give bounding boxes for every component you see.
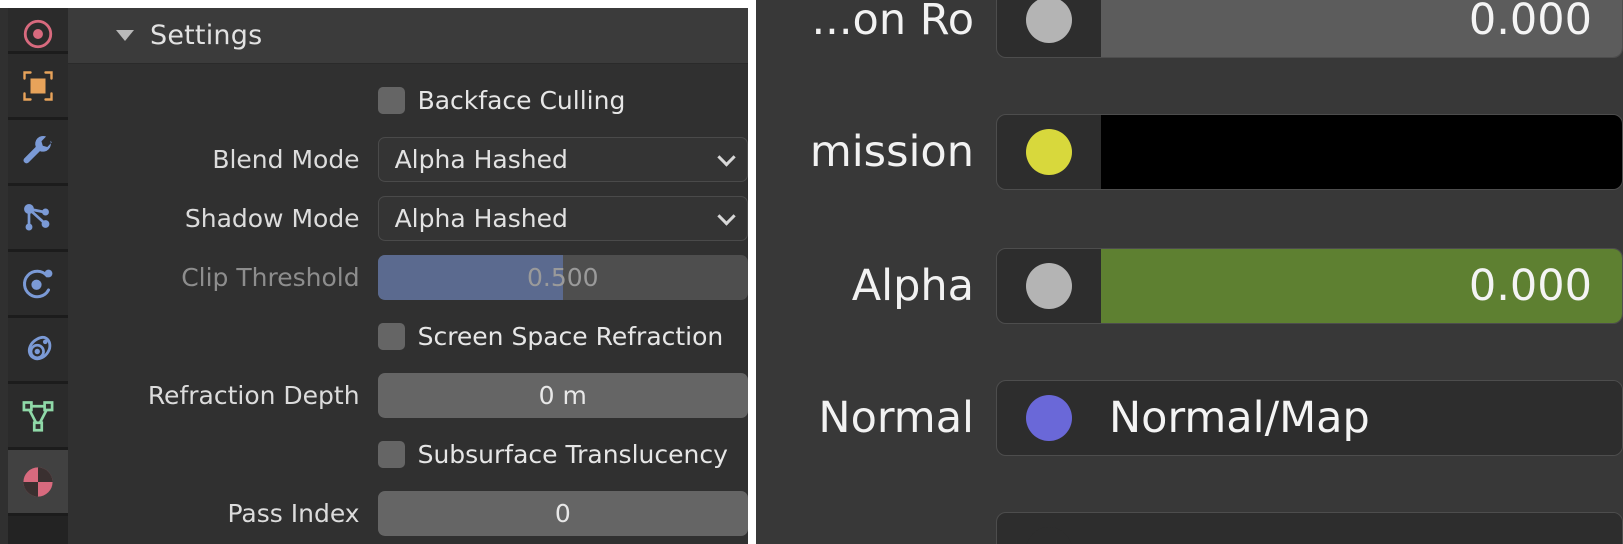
transmission-roughness-field[interactable]: 0.000 [1101,0,1622,57]
normal-widget[interactable]: Normal/Map [996,380,1623,456]
socket-container [997,115,1101,189]
shadow-mode-label: Shadow Mode [184,204,360,233]
shader-node-inputs: on Ro... 0.000 mission Alpha 0.000 Norma… [756,0,1623,544]
properties-panel-body: Settings Backface Culling Blend Mode Alp… [68,8,748,544]
next-widget[interactable] [996,512,1623,544]
row-shadow-mode: Shadow Mode Alpha Hashed [68,196,748,241]
screen-space-refraction-checkbox[interactable] [377,323,405,350]
wrench-icon [20,134,56,170]
material-properties-tab[interactable] [8,450,68,516]
blend-mode-dropdown[interactable]: Alpha Hashed [377,137,748,182]
transmission-roughness-value: 0.000 [1468,0,1592,45]
row-subsurface-translucency: Subsurface Translucency [68,432,748,477]
next-field[interactable] [1101,513,1622,544]
object-data-properties-tab[interactable] [8,384,68,450]
properties-editor: Settings Backface Culling Blend Mode Alp… [0,8,748,544]
backface-culling-label: Backface Culling [417,86,626,115]
row-screen-space-refraction: Screen Space Refraction [68,314,748,359]
socket-icon[interactable] [1026,527,1072,544]
object-square-icon [20,68,56,104]
refraction-depth-value: 0 m [538,381,587,410]
subsurface-translucency-label: Subsurface Translucency [417,440,728,469]
clip-threshold-value: 0.500 [527,263,599,292]
physics-properties-tab[interactable] [8,252,68,318]
properties-tab-strip [8,8,68,544]
row-pass-index: Pass Index 0 [68,491,748,536]
pass-index-value: 0 [554,499,571,528]
pass-index-field[interactable]: 0 [377,491,748,536]
normal-label: Normal [818,393,974,443]
camera-back-icon [21,17,55,51]
socket-container [997,513,1101,544]
vector-socket-icon[interactable] [1026,395,1072,441]
backface-culling-checkbox[interactable] [377,87,405,114]
particle-properties-tab[interactable] [8,186,68,252]
alpha-widget[interactable]: 0.000 [996,248,1623,324]
render-properties-tab[interactable] [8,8,68,54]
emission-widget[interactable] [996,114,1623,190]
alpha-field[interactable]: 0.000 [1101,249,1622,323]
chevron-down-icon[interactable] [116,30,134,41]
object-properties-tab[interactable] [8,54,68,120]
constraint-icon [20,332,56,368]
screenshot-root: Settings Backface Culling Blend Mode Alp… [0,0,1623,544]
clip-threshold-slider[interactable]: 0.500 [377,255,748,300]
screen-space-refraction-label: Screen Space Refraction [417,322,724,351]
refraction-depth-label: Refraction Depth [147,381,360,410]
value-socket-icon[interactable] [1026,0,1072,43]
node-row-emission: mission [756,114,1623,190]
node-row-alpha: Alpha 0.000 [756,248,1623,324]
node-row-next [756,512,1623,544]
panel-divider [748,0,756,544]
pass-index-label: Pass Index [227,499,360,528]
row-backface-culling: Backface Culling [68,78,748,123]
row-refraction-depth: Refraction Depth 0 m [68,373,748,418]
shadow-mode-dropdown[interactable]: Alpha Hashed [377,196,748,241]
clip-threshold-label: Clip Threshold [181,263,360,292]
subsurface-translucency-checkbox[interactable] [377,441,405,468]
blend-mode-label: Blend Mode [212,145,360,174]
row-clip-threshold: Clip Threshold 0.500 [68,255,748,300]
blend-mode-value: Alpha Hashed [394,145,568,174]
transmission-roughness-label: on Ro... [811,0,975,45]
modifier-properties-tab[interactable] [8,120,68,186]
emission-color-swatch[interactable] [1101,115,1622,189]
material-sphere-icon [19,463,57,501]
emission-label: mission [809,127,974,177]
alpha-label: Alpha [851,261,974,311]
refraction-depth-field[interactable]: 0 m [377,373,748,418]
socket-container [997,381,1101,455]
chevron-down-icon [717,147,736,167]
settings-panel-content: Backface Culling Blend Mode Alpha Hashed [68,64,748,536]
shadow-mode-value: Alpha Hashed [394,204,568,233]
panel-title: Settings [150,20,263,51]
alpha-value: 0.000 [1468,261,1592,311]
node-row-transmission-roughness: on Ro... 0.000 [756,0,1623,58]
mesh-triangle-icon [20,398,56,434]
node-row-normal: Normal Normal/Map [756,380,1623,456]
settings-panel-header[interactable]: Settings [68,8,748,64]
physics-orbit-icon [20,266,56,302]
row-blend-mode: Blend Mode Alpha Hashed [68,137,748,182]
chevron-down-icon [717,206,736,226]
normal-value: Normal/Map [1109,393,1370,443]
transmission-roughness-widget[interactable]: 0.000 [996,0,1623,58]
socket-container [997,0,1101,57]
normal-link-field[interactable]: Normal/Map [1101,381,1622,455]
particles-icon [20,200,56,236]
socket-container [997,249,1101,323]
color-socket-icon[interactable] [1026,129,1072,175]
constraint-properties-tab[interactable] [8,318,68,384]
value-socket-icon[interactable] [1026,263,1072,309]
